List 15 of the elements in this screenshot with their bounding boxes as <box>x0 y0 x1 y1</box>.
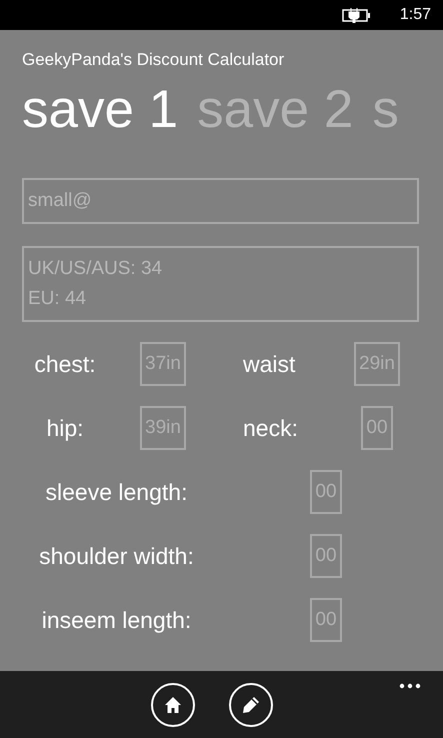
home-button[interactable] <box>150 683 194 727</box>
app-title: GeekyPanda's Discount Calculator <box>22 50 284 70</box>
measurement-label: sleeve length: <box>46 478 188 506</box>
pivot-tab[interactable]: save 1 <box>22 78 178 142</box>
measurement-label: inseem length: <box>42 606 192 634</box>
input-field[interactable]: small@ <box>22 178 419 224</box>
measurement-label: neck: <box>243 414 298 442</box>
clock-time: 1:57 <box>400 6 431 24</box>
measurement-label: chest: <box>34 350 96 378</box>
input-field[interactable]: UK/US/AUS: 34 EU: 44 <box>22 246 419 322</box>
edit-button[interactable] <box>228 683 272 727</box>
more-button[interactable] <box>397 681 423 691</box>
measurement-label: hip: <box>46 414 84 442</box>
measurement-label: shoulder width: <box>39 542 194 570</box>
measurement-label: waist <box>243 350 296 378</box>
